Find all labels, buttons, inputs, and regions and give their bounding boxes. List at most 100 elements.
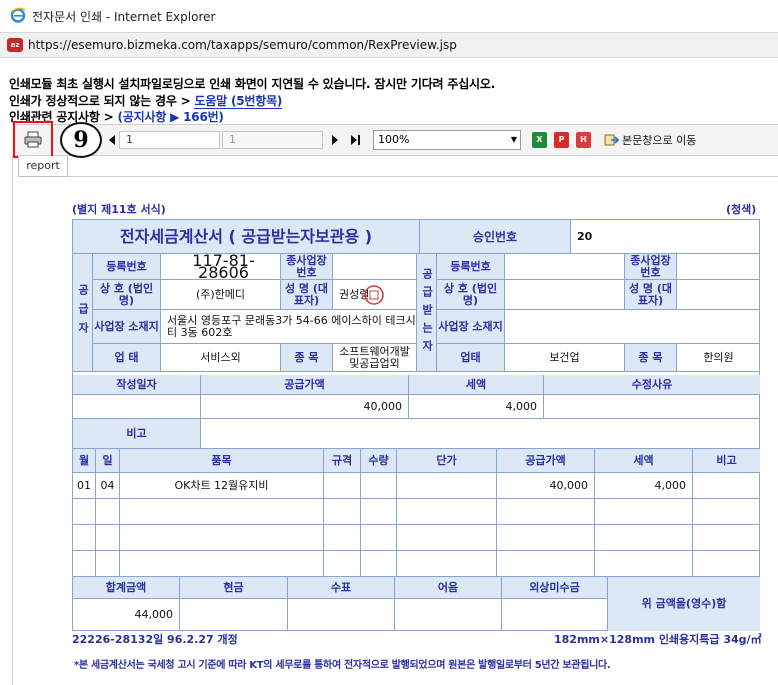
current-page-input[interactable]: 1: [119, 131, 220, 149]
form-revision: 22226-28132일 96.2.27 개정: [72, 633, 238, 646]
buyer-address-label: 사업장 소재지: [437, 310, 505, 344]
date-header: 작성일자: [73, 375, 201, 395]
cash-header: 현금: [180, 577, 288, 599]
empty-item-cell: [693, 551, 760, 577]
hwp-icon[interactable]: H: [576, 132, 591, 148]
buyer-ceo: [677, 280, 760, 310]
supplier-branch-value: [333, 254, 417, 280]
credit-value: [502, 599, 608, 631]
empty-item-cell: [324, 525, 361, 551]
empty-item-cell: [120, 499, 324, 525]
form-caption: (별지 제11호 서식): [72, 203, 166, 216]
supply-amount-header: 공급가액: [201, 375, 409, 395]
excel-icon[interactable]: X: [532, 132, 547, 148]
buyer-item: 한의원: [677, 344, 760, 372]
supply-amount: 40,000: [201, 395, 409, 419]
supplier-item: 소프트웨어개발 및공급업외: [333, 344, 417, 372]
qty-header: 수량: [361, 449, 397, 473]
next-page-icon[interactable]: [330, 134, 340, 146]
supplier-regno: 117-81-28606: [161, 254, 281, 280]
pdf-icon[interactable]: P: [554, 132, 569, 148]
total-pages-display: 1: [222, 131, 323, 149]
buyer-branch-value: [677, 254, 760, 280]
empty-item-cell: [497, 525, 595, 551]
remarks-label: 비고: [73, 419, 201, 449]
step-callout-number: 9: [60, 122, 102, 158]
invoice-title: 전자세금계산서 ( 공급받는자보관용 ): [73, 220, 420, 254]
viewer-border: [12, 156, 13, 685]
empty-item-cell: [497, 551, 595, 577]
buyer-ceo-label: 성 명 (대표자): [625, 280, 677, 310]
last-page-icon[interactable]: [350, 134, 362, 146]
window-title: 전자문서 인쇄 - Internet Explorer: [32, 10, 216, 24]
internet-explorer-icon: [10, 7, 26, 23]
help-link[interactable]: 도움말 (5번항목): [194, 94, 282, 109]
buyer-side-label: 공급받는자: [417, 254, 437, 372]
item-tax-header: 세액: [595, 449, 693, 473]
approval-number: 20: [571, 220, 760, 254]
item-month: 01: [73, 473, 96, 499]
credit-header: 외상미수금: [502, 577, 608, 599]
supplier-regno-label: 등록번호: [93, 254, 161, 280]
spec-header: 규격: [324, 449, 361, 473]
buyer-item-label: 종 목: [625, 344, 677, 372]
item-name-header: 품목: [120, 449, 324, 473]
goto-main-button[interactable]: 본문창으로 이동: [604, 132, 696, 148]
zoom-value: 100%: [378, 133, 410, 146]
disclaimer: *본 세금계산서는 국세청 고시 기준에 따라 KT의 세무로를 통하여 전자적…: [74, 660, 611, 671]
buyer-branch-label: 종사업장 번호: [625, 254, 677, 280]
address-url[interactable]: https://esemuro.bizmeka.com/taxapps/semu…: [28, 38, 457, 52]
empty-item-cell: [397, 525, 497, 551]
tab-report[interactable]: report: [18, 156, 68, 177]
empty-item-cell: [361, 499, 397, 525]
total-amount: 44,000: [73, 599, 180, 631]
cash-value: [180, 599, 288, 631]
empty-item-cell: [693, 525, 760, 551]
empty-item-cell: [361, 525, 397, 551]
company-seal-icon: [364, 284, 385, 305]
empty-item-cell: [73, 525, 96, 551]
empty-item-cell: [397, 551, 497, 577]
month-header: 월: [73, 449, 96, 473]
item-qty: [361, 473, 397, 499]
receipt-text: 위 금액을(영수)함: [608, 577, 760, 631]
item-supply: 40,000: [497, 473, 595, 499]
buyer-regno: [505, 254, 625, 280]
notice-link[interactable]: (공지사항 ▶ 166번): [117, 110, 224, 125]
supplier-branch-label: 종사업장 번호: [281, 254, 333, 280]
item-tax: 4,000: [595, 473, 693, 499]
supplier-ceo-label: 성 명 (대표자): [281, 280, 333, 310]
print-button-highlight: [13, 121, 53, 158]
day-header: 일: [96, 449, 120, 473]
empty-item-cell: [595, 551, 693, 577]
site-favicon-icon: ez: [7, 38, 23, 52]
empty-item-cell: [73, 551, 96, 577]
zoom-select[interactable]: 100% ▼: [373, 130, 521, 150]
supplier-company-label: 상 호 (법인명): [93, 280, 161, 310]
empty-item-cell: [96, 551, 120, 577]
supplier-address-label: 사업장 소재지: [93, 310, 161, 344]
window-titlebar: 전자문서 인쇄 - Internet Explorer: [0, 0, 778, 32]
empty-item-cell: [397, 499, 497, 525]
bill-header: 어음: [395, 577, 502, 599]
issue-date: [73, 395, 201, 419]
empty-item-cell: [693, 499, 760, 525]
empty-item-cell: [595, 525, 693, 551]
buyer-regno-label: 등록번호: [437, 254, 505, 280]
item-name: OK차트 12월유지비: [120, 473, 324, 499]
buyer-address: [505, 310, 760, 344]
prev-page-icon[interactable]: [107, 134, 117, 146]
buyer-company: [505, 280, 625, 310]
goto-main-icon: [604, 134, 619, 146]
copy-type: (청색): [726, 203, 757, 216]
address-bar: ez https://esemuro.bizmeka.com/taxapps/s…: [0, 32, 778, 58]
supplier-item-label: 종 목: [281, 344, 333, 372]
empty-item-cell: [96, 499, 120, 525]
empty-item-cell: [120, 525, 324, 551]
buyer-company-label: 상 호 (법인명): [437, 280, 505, 310]
item-unit-price: [397, 473, 497, 499]
help-notice-text: 인쇄가 정상적으로 되지 않는 경우 >: [9, 94, 195, 108]
tax-amount: 4,000: [409, 395, 544, 419]
check-value: [288, 599, 395, 631]
paper-spec: 182mm×128mm 인쇄용지특급 34g/㎡: [554, 633, 762, 646]
